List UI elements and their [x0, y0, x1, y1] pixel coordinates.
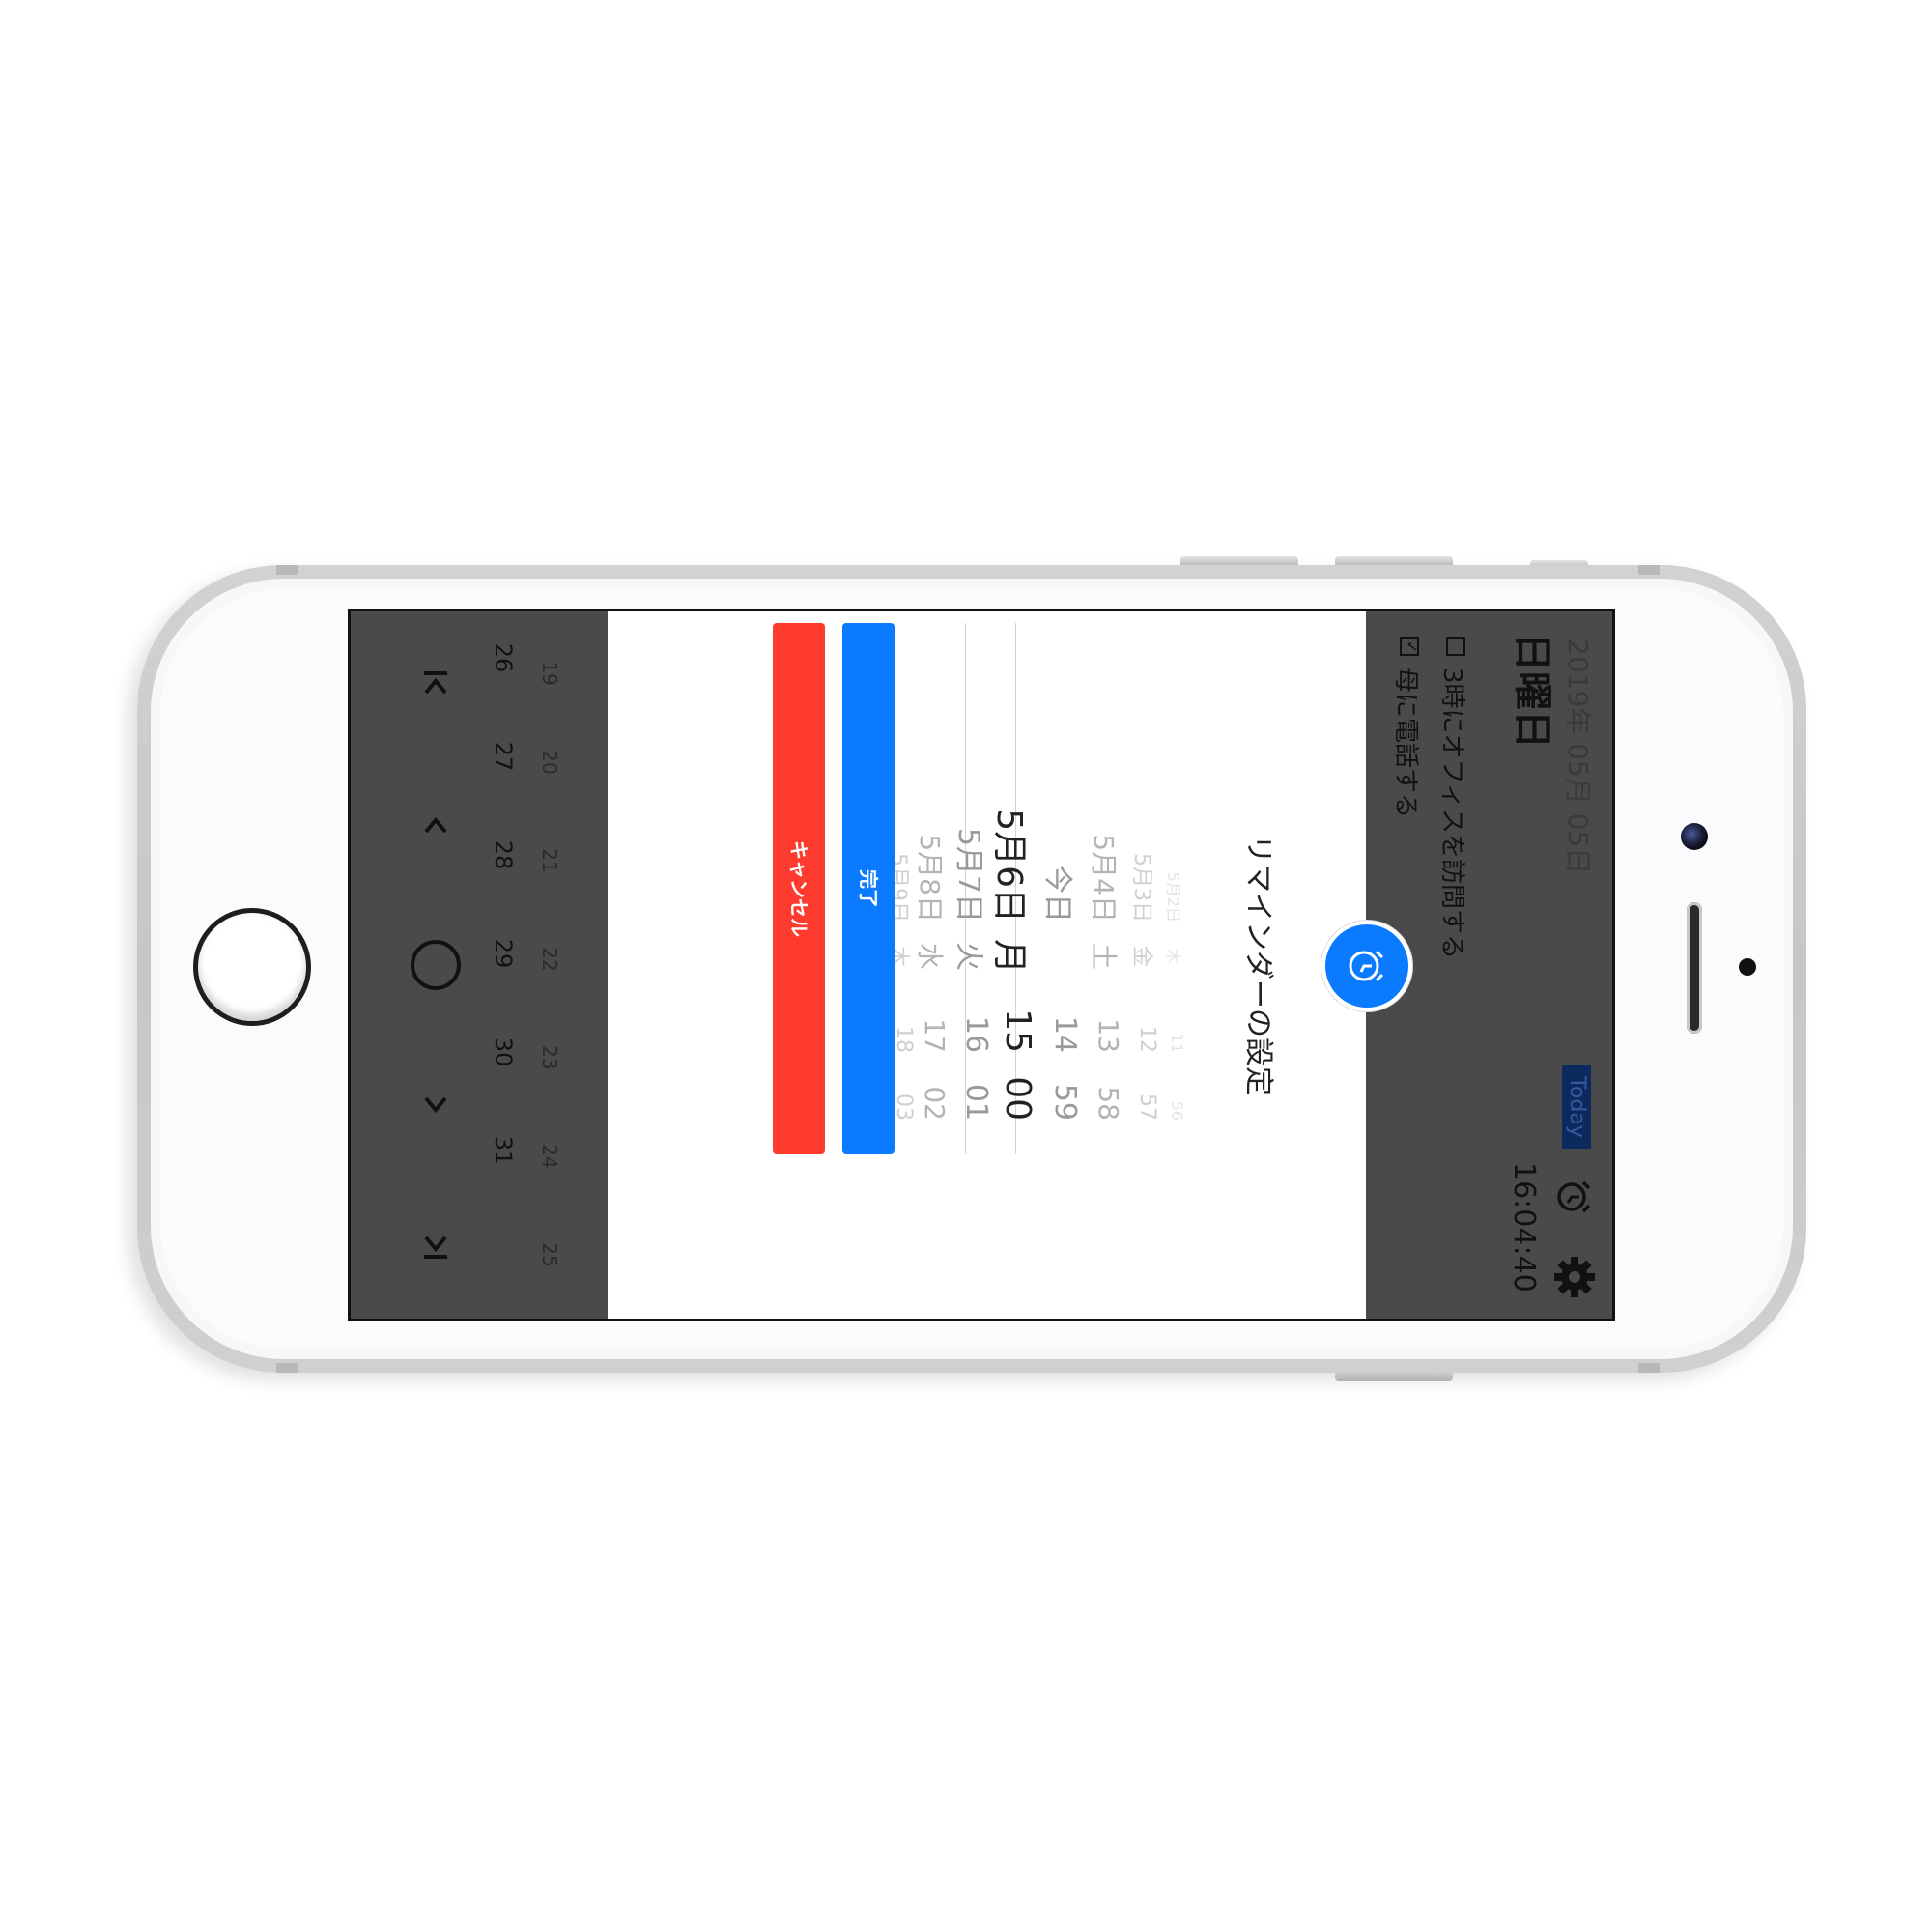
proximity-sensor: [1739, 958, 1756, 976]
date-time-picker[interactable]: 5月2日木 11 56 5月3日金 12 57 5月4日土 13 58 今日 14 59 5月6日月 15…: [867, 623, 1221, 1154]
calendar-day[interactable]: 22: [538, 930, 561, 988]
check-mark-icon: ✓: [1403, 640, 1421, 654]
current-date: 2019年 05月 05日: [1562, 639, 1594, 875]
calendar-day[interactable]: 23: [538, 1029, 561, 1087]
month-navigation-bar: [407, 611, 465, 1319]
todo-item[interactable]: ✓ 母に電話する: [1390, 637, 1426, 818]
picker-row[interactable]: 5月8日水 17 02: [910, 623, 951, 1154]
circle-today-icon[interactable]: [407, 936, 465, 994]
alarm-clock-icon[interactable]: [1554, 1178, 1593, 1216]
picker-min: 58: [1093, 1086, 1124, 1121]
picker-row[interactable]: 5月6日月 15 00: [989, 623, 1037, 1154]
picker-min: 02: [919, 1086, 951, 1121]
picker-row[interactable]: 5月3日金 12 57: [1119, 623, 1159, 1154]
picker-min: 57: [1135, 1094, 1159, 1121]
chevron-left-icon[interactable]: [407, 797, 465, 855]
picker-hour: 12: [1135, 1026, 1159, 1053]
phone-screen: 2019年 05月 05日 日曜日 Today 16:04:40 3時にオフィス…: [348, 609, 1615, 1321]
picker-date: 5月4日: [1088, 834, 1120, 923]
picker-min: 00: [998, 1076, 1037, 1121]
gear-icon[interactable]: [1552, 1255, 1597, 1299]
calendar-day[interactable]: 29: [490, 924, 517, 982]
home-button[interactable]: [193, 908, 311, 1026]
picker-dow: 火: [952, 942, 985, 971]
alarm-fab-icon[interactable]: [1321, 921, 1412, 1011]
picker-dow: 水: [914, 942, 946, 970]
picker-dow: 金: [1129, 945, 1153, 967]
front-camera: [1681, 823, 1708, 850]
picker-dow: 月: [989, 938, 1029, 974]
skip-to-last-icon[interactable]: [407, 1218, 465, 1276]
picker-row[interactable]: 5月4日土 13 58: [1084, 623, 1124, 1154]
current-time: 16:04:40: [1507, 1162, 1541, 1293]
calendar-navigation: 19 20 21 22 23 24 25 26 27 28 29 30 31: [351, 611, 608, 1319]
calendar-day[interactable]: 21: [538, 832, 561, 890]
picker-date: 5月6日: [989, 809, 1029, 923]
done-button[interactable]: 完了: [842, 623, 895, 1154]
current-weekday: 日曜日: [1510, 633, 1554, 749]
reminder-dialog: リマインダーの設定 5月2日木 11 56 5月3日金 12 57 5月4日土 13 58 今日 1…: [608, 611, 1412, 1319]
power-button: [1335, 1372, 1453, 1381]
antenna-line: [276, 1363, 298, 1373]
todo-text: 3時にオフィスを訪問する: [1437, 668, 1466, 960]
picker-min: 59: [1048, 1083, 1082, 1121]
calendar-day[interactable]: 28: [490, 826, 517, 884]
calendar-day[interactable]: 31: [490, 1122, 517, 1179]
calendar-day[interactable]: 27: [490, 727, 517, 785]
antenna-line: [276, 565, 298, 575]
picker-date: 5月2日: [1164, 871, 1182, 923]
calendar-day[interactable]: 30: [490, 1023, 517, 1081]
picker-hour: 14: [1048, 1015, 1082, 1053]
calendar-row: 26 27 28 29 30 31: [488, 611, 517, 1319]
antenna-line: [1638, 1363, 1660, 1373]
checkbox-unchecked[interactable]: [1446, 637, 1465, 656]
picker-hour: 11: [1168, 1033, 1186, 1053]
picker-row[interactable]: 5月7日火 16 01: [952, 623, 993, 1154]
skip-to-first-icon[interactable]: [407, 654, 465, 712]
calendar-day[interactable]: 20: [538, 733, 561, 791]
antenna-line: [1638, 565, 1660, 575]
picker-min: 01: [959, 1083, 993, 1121]
date-header: 2019年 05月 05日 日曜日 Today 16:04:40: [1482, 611, 1612, 1319]
dialog-title: リマインダーの設定: [1241, 835, 1275, 1095]
picker-date: 今日: [1040, 865, 1074, 923]
picker-hour: 13: [1093, 1018, 1124, 1053]
picker-min: 03: [892, 1094, 916, 1121]
picker-dow: 木: [1164, 948, 1182, 964]
cancel-button[interactable]: キャンセル: [773, 623, 825, 1154]
calendar-day[interactable]: 24: [538, 1127, 561, 1185]
picker-date: 5月3日: [1129, 853, 1153, 923]
checkbox-checked[interactable]: ✓: [1400, 637, 1421, 656]
picker-hour: 16: [959, 1015, 993, 1053]
picker-date: 5月7日: [952, 827, 985, 923]
calendar-day[interactable]: 19: [538, 644, 561, 702]
earpiece-speaker: [1687, 902, 1702, 1034]
today-button[interactable]: Today: [1562, 1065, 1591, 1149]
todo-item[interactable]: 3時にオフィスを訪問する: [1436, 637, 1472, 959]
picker-hour: 15: [998, 1009, 1037, 1053]
picker-date: 5月8日: [914, 834, 946, 923]
todo-text: 母に電話する: [1391, 668, 1420, 819]
picker-row[interactable]: 今日 14 59: [1040, 623, 1082, 1154]
calendar-day[interactable]: 25: [538, 1226, 561, 1284]
calendar-day[interactable]: 26: [490, 629, 517, 687]
chevron-right-icon[interactable]: [407, 1075, 465, 1133]
app-view: 2019年 05月 05日 日曜日 Today 16:04:40 3時にオフィス…: [351, 611, 1612, 1319]
calendar-row-partial: 19 20 21 22 23 24 25: [532, 611, 561, 1319]
picker-min: 56: [1168, 1100, 1186, 1121]
picker-hour: 17: [919, 1018, 951, 1053]
picker-hour: 18: [892, 1026, 916, 1053]
picker-dow: 土: [1088, 942, 1120, 970]
